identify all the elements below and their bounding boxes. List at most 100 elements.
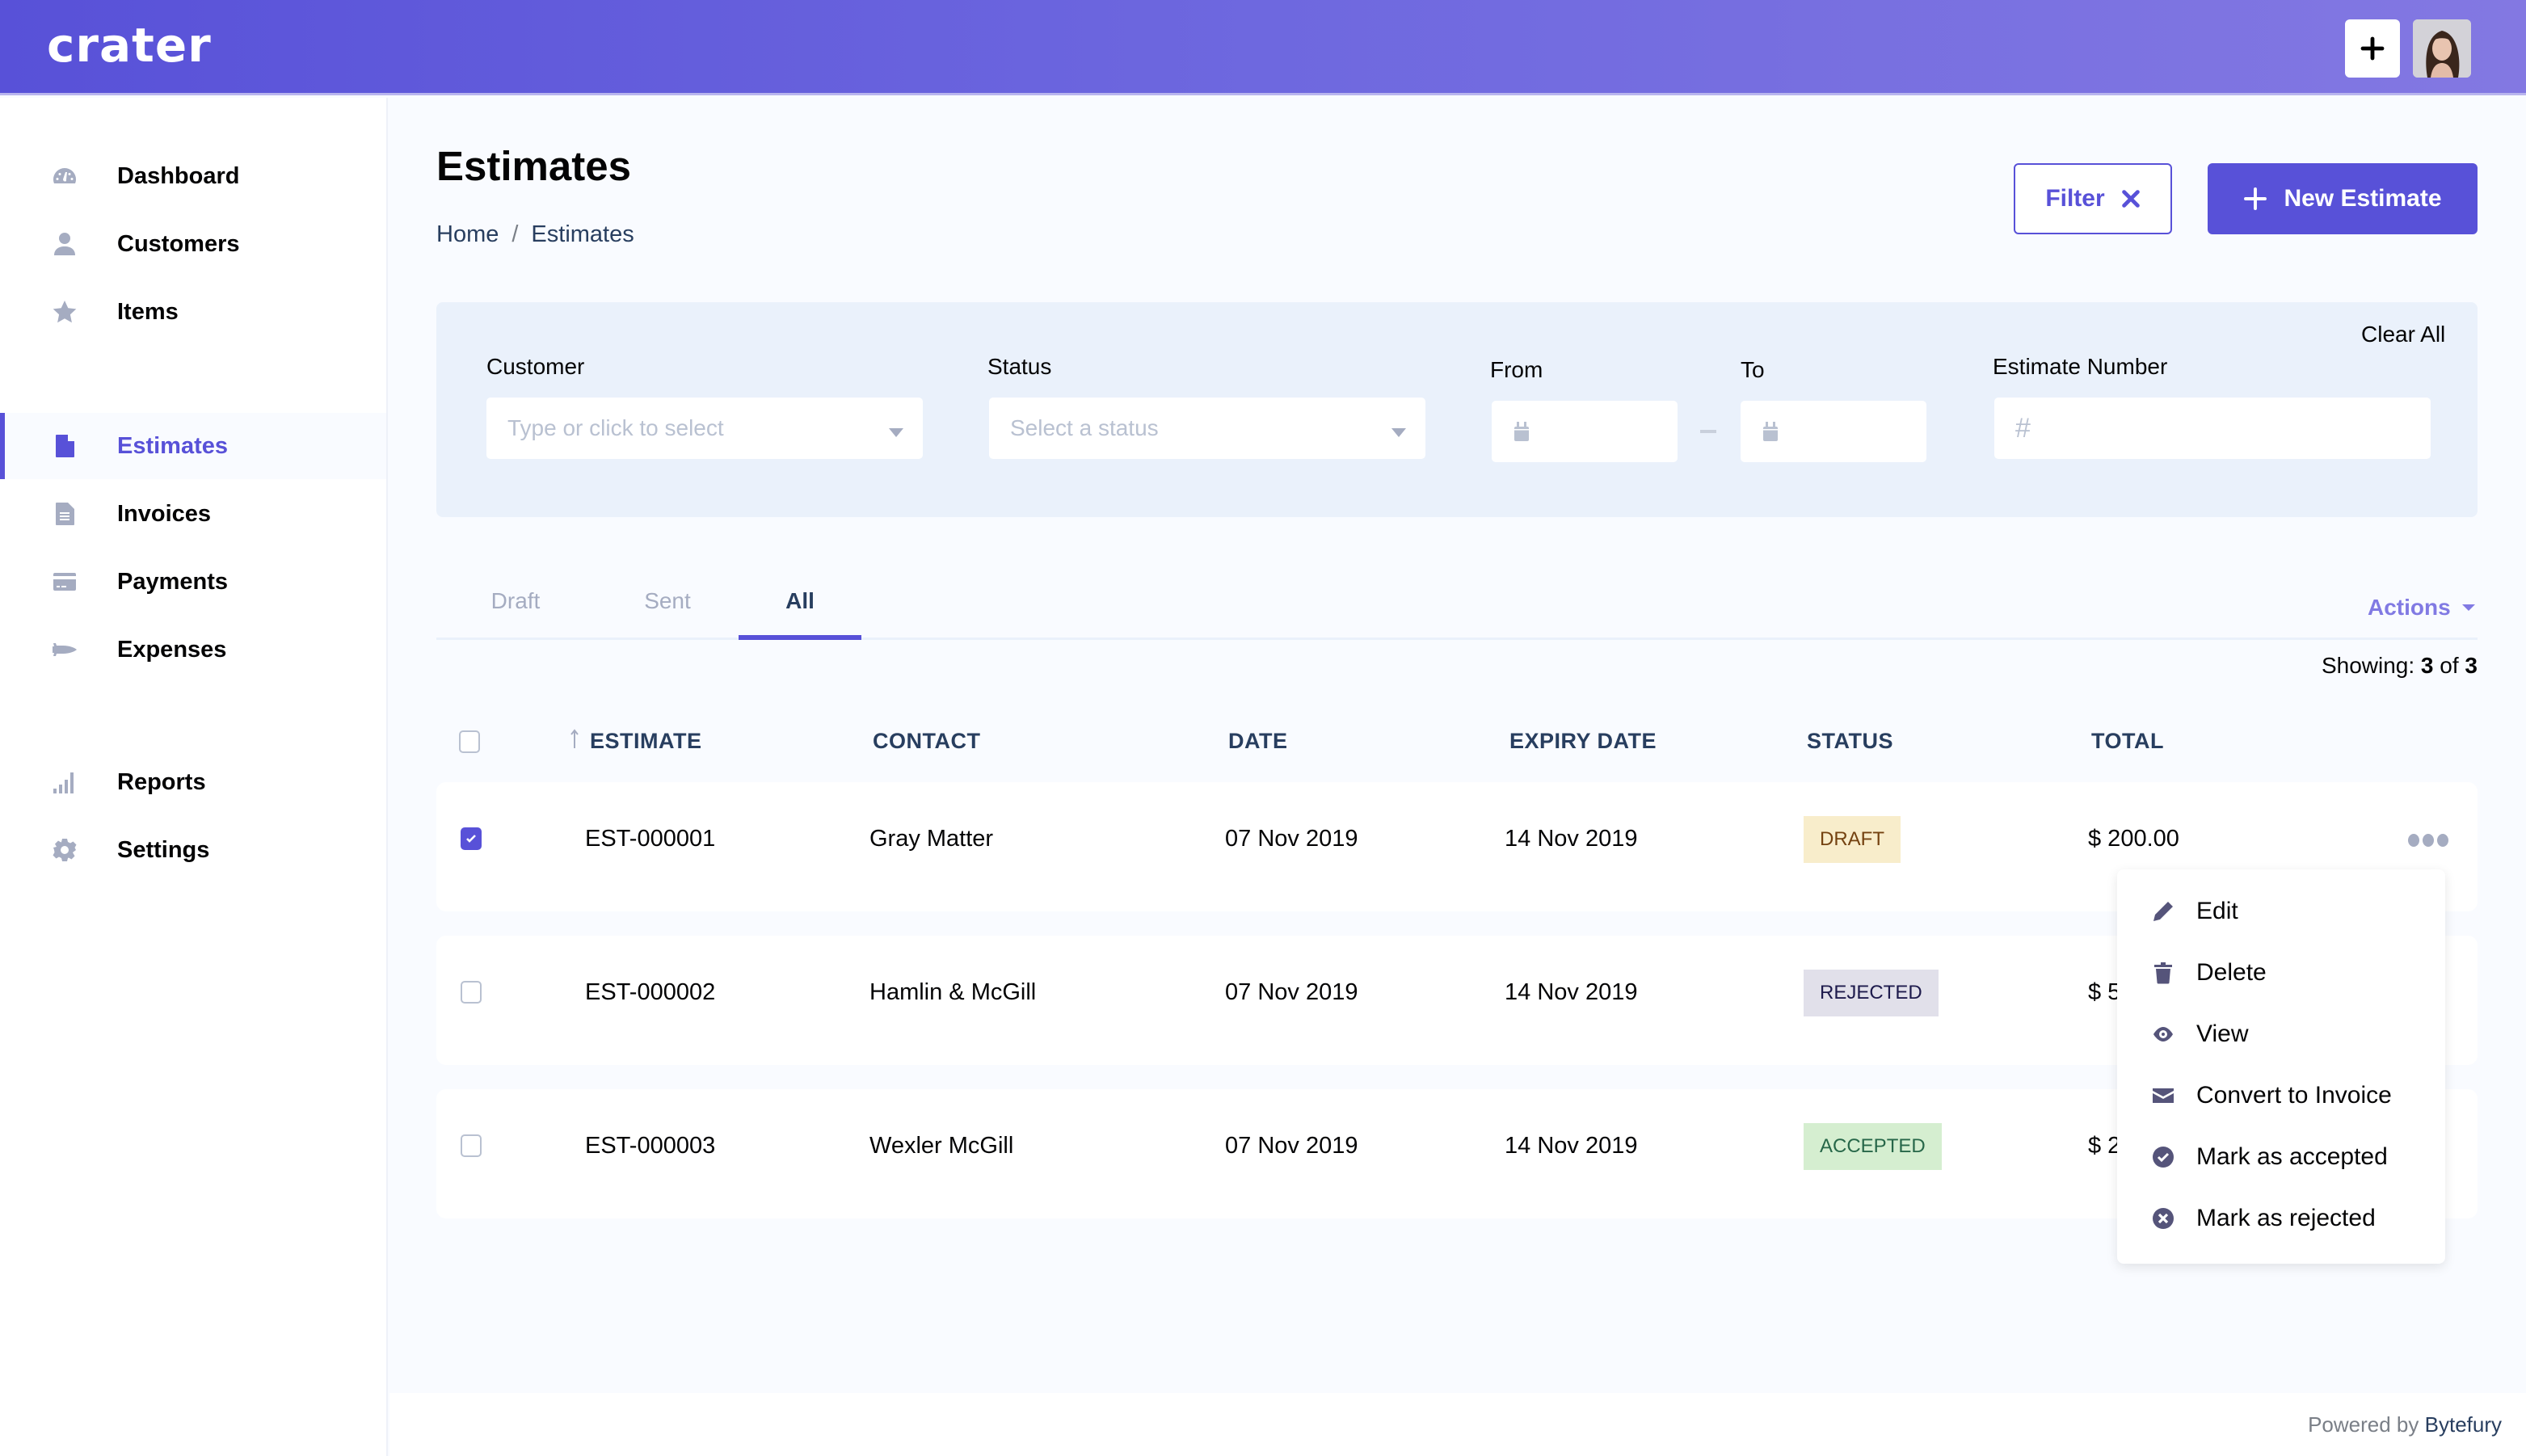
- tab-draft[interactable]: Draft: [485, 588, 546, 640]
- quick-add-button[interactable]: [2345, 19, 2400, 78]
- estimate-number[interactable]: EST-000003: [585, 1133, 715, 1159]
- envelope-icon: [2151, 1084, 2175, 1108]
- eye-icon: [2151, 1022, 2175, 1046]
- clear-all-link[interactable]: Clear All: [2361, 322, 2445, 347]
- status-select[interactable]: Select a status: [989, 398, 1425, 459]
- sidebar-item-label: Invoices: [117, 500, 212, 527]
- expiry-date: 14 Nov 2019: [1505, 979, 1638, 1005]
- chevron-down-icon: [1391, 428, 1406, 437]
- sidebar-item-label: Payments: [117, 568, 229, 595]
- column-header-estimate[interactable]: ESTIMATE: [590, 729, 702, 754]
- check-icon: [466, 835, 476, 843]
- breadcrumb-estimates[interactable]: Estimates: [531, 221, 634, 248]
- actions-dropdown[interactable]: Actions: [2368, 595, 2475, 621]
- estimate-number-input[interactable]: #: [1994, 398, 2431, 459]
- menu-item-view[interactable]: View: [2117, 1004, 2445, 1065]
- date-range-separator: [1700, 430, 1716, 433]
- sidebar-item-invoices[interactable]: Invoices: [0, 481, 386, 547]
- powered-by: Powered by Bytefury: [2308, 1412, 2502, 1437]
- menu-item-mark-rejected[interactable]: Mark as rejected: [2117, 1188, 2445, 1249]
- sidebar-item-label: Expenses: [117, 636, 227, 663]
- sidebar-item-reports[interactable]: Reports: [0, 749, 386, 815]
- sidebar-item-settings[interactable]: Settings: [0, 817, 386, 883]
- breadcrumb-home[interactable]: Home: [436, 221, 499, 248]
- menu-item-convert-to-invoice[interactable]: Convert to Invoice: [2117, 1065, 2445, 1126]
- estimate-number-label: Estimate Number: [1993, 354, 2168, 379]
- status-placeholder: Select a status: [1010, 415, 1159, 440]
- menu-item-edit[interactable]: Edit: [2117, 881, 2445, 942]
- showing-total-value: 3: [2465, 653, 2478, 678]
- menu-item-label: Convert to Invoice: [2196, 1082, 2392, 1109]
- sidebar-item-customers[interactable]: Customers: [0, 211, 386, 277]
- menu-item-delete[interactable]: Delete: [2117, 942, 2445, 1004]
- active-tab-indicator: [739, 635, 861, 640]
- estimate-date: 07 Nov 2019: [1225, 1133, 1358, 1159]
- user-avatar[interactable]: [2413, 19, 2471, 78]
- crater-logo[interactable]: crater: [47, 18, 212, 73]
- sidebar-item-items[interactable]: Items: [0, 279, 386, 345]
- row-checkbox[interactable]: [461, 1134, 482, 1157]
- sidebar-item-expenses[interactable]: Expenses: [0, 616, 386, 683]
- column-header-date[interactable]: DATE: [1228, 729, 1288, 754]
- credit-card-icon: [50, 567, 79, 596]
- row-more-options-icon[interactable]: [2408, 834, 2450, 850]
- column-header-contact[interactable]: CONTACT: [873, 729, 980, 754]
- status-filter-label: Status: [987, 354, 1052, 379]
- avatar-image: [2413, 19, 2471, 78]
- row-checkbox[interactable]: [461, 981, 482, 1004]
- menu-item-label: Delete: [2196, 959, 2267, 986]
- check-circle-icon: [2151, 1145, 2175, 1169]
- estimate-total: $ 2: [2088, 1133, 2121, 1159]
- sidebar-item-dashboard[interactable]: Dashboard: [0, 143, 386, 209]
- sidebar-item-label: Dashboard: [117, 162, 240, 189]
- cog-icon: [50, 835, 79, 865]
- sidebar-item-payments[interactable]: Payments: [0, 549, 386, 615]
- to-date-input[interactable]: [1741, 401, 1926, 462]
- column-header-status[interactable]: STATUS: [1807, 729, 1893, 754]
- sidebar-item-label: Reports: [117, 768, 206, 795]
- file-icon: [50, 431, 79, 461]
- estimate-number[interactable]: EST-000001: [585, 826, 715, 852]
- showing-count-value: 3: [2420, 653, 2434, 678]
- tab-sent[interactable]: Sent: [638, 588, 697, 640]
- page-title: Estimates: [436, 143, 631, 189]
- actions-label: Actions: [2368, 595, 2451, 620]
- menu-item-label: View: [2196, 1020, 2249, 1047]
- sidebar-item-estimates[interactable]: Estimates: [0, 413, 386, 479]
- bytefury-link[interactable]: Bytefury: [2425, 1412, 2502, 1437]
- star-icon: [50, 297, 79, 326]
- sidebar-item-label: Customers: [117, 230, 240, 257]
- contact-name: Gray Matter: [869, 826, 994, 852]
- hash-icon: #: [2015, 412, 2031, 444]
- close-icon: [2121, 190, 2140, 208]
- times-circle-icon: [2151, 1206, 2175, 1231]
- expiry-date: 14 Nov 2019: [1505, 826, 1638, 852]
- sidebar-item-label: Items: [117, 298, 179, 325]
- row-checkbox[interactable]: [461, 827, 482, 850]
- sort-ascending-icon[interactable]: [569, 729, 580, 748]
- estimate-total: $ 5: [2088, 979, 2121, 1005]
- menu-item-label: Edit: [2196, 898, 2238, 924]
- menu-item-mark-accepted[interactable]: Mark as accepted: [2117, 1126, 2445, 1188]
- estimate-number[interactable]: EST-000002: [585, 979, 715, 1006]
- filter-button[interactable]: Filter: [2014, 163, 2172, 234]
- status-badge: ACCEPTED: [1804, 1123, 1942, 1170]
- contact-name: Wexler McGill: [869, 1133, 1014, 1159]
- pencil-icon: [2151, 899, 2175, 924]
- estimate-date: 07 Nov 2019: [1225, 826, 1358, 852]
- to-date-label: To: [1741, 357, 1765, 382]
- customer-select[interactable]: Type or click to select: [486, 398, 923, 459]
- signal-icon: [50, 768, 79, 797]
- from-date-label: From: [1490, 357, 1543, 382]
- tab-all[interactable]: All: [739, 588, 861, 640]
- space-shuttle-icon: [50, 635, 79, 664]
- select-all-checkbox[interactable]: [459, 730, 480, 753]
- menu-item-label: Mark as accepted: [2196, 1143, 2388, 1170]
- expiry-date: 14 Nov 2019: [1505, 1133, 1638, 1159]
- column-header-total[interactable]: TOTAL: [2091, 729, 2164, 754]
- from-date-input[interactable]: [1492, 401, 1678, 462]
- showing-of: of: [2440, 653, 2459, 678]
- column-header-expiry-date[interactable]: EXPIRY DATE: [1509, 729, 1657, 754]
- new-estimate-button[interactable]: New Estimate: [2208, 163, 2478, 234]
- plus-icon: [2244, 187, 2267, 210]
